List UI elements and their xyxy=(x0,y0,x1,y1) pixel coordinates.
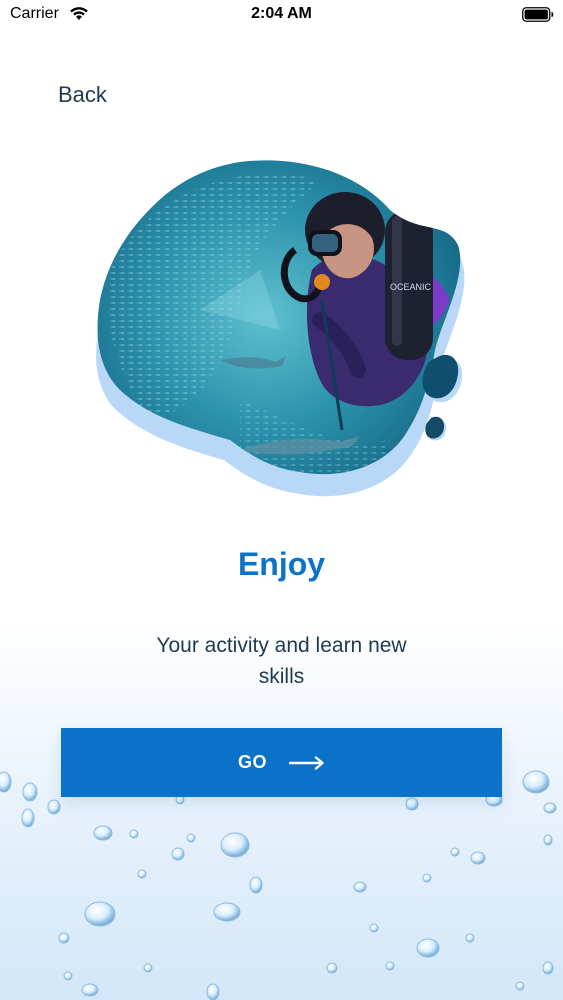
battery-icon xyxy=(522,7,554,22)
arrow-right-icon xyxy=(289,755,324,770)
status-bar: Carrier 2:04 AM xyxy=(0,0,563,30)
status-time: 2:04 AM xyxy=(251,5,312,22)
back-button[interactable]: Back xyxy=(58,82,107,108)
hero-diver-image: OCEANIC xyxy=(96,160,465,497)
go-button[interactable]: GO xyxy=(61,728,502,797)
page-title: Enjoy xyxy=(237,546,326,582)
svg-text:OCEANIC: OCEANIC xyxy=(390,282,432,292)
go-button-label: GO xyxy=(237,752,267,772)
page-subtitle: Your activity and learn new skills xyxy=(156,634,407,688)
